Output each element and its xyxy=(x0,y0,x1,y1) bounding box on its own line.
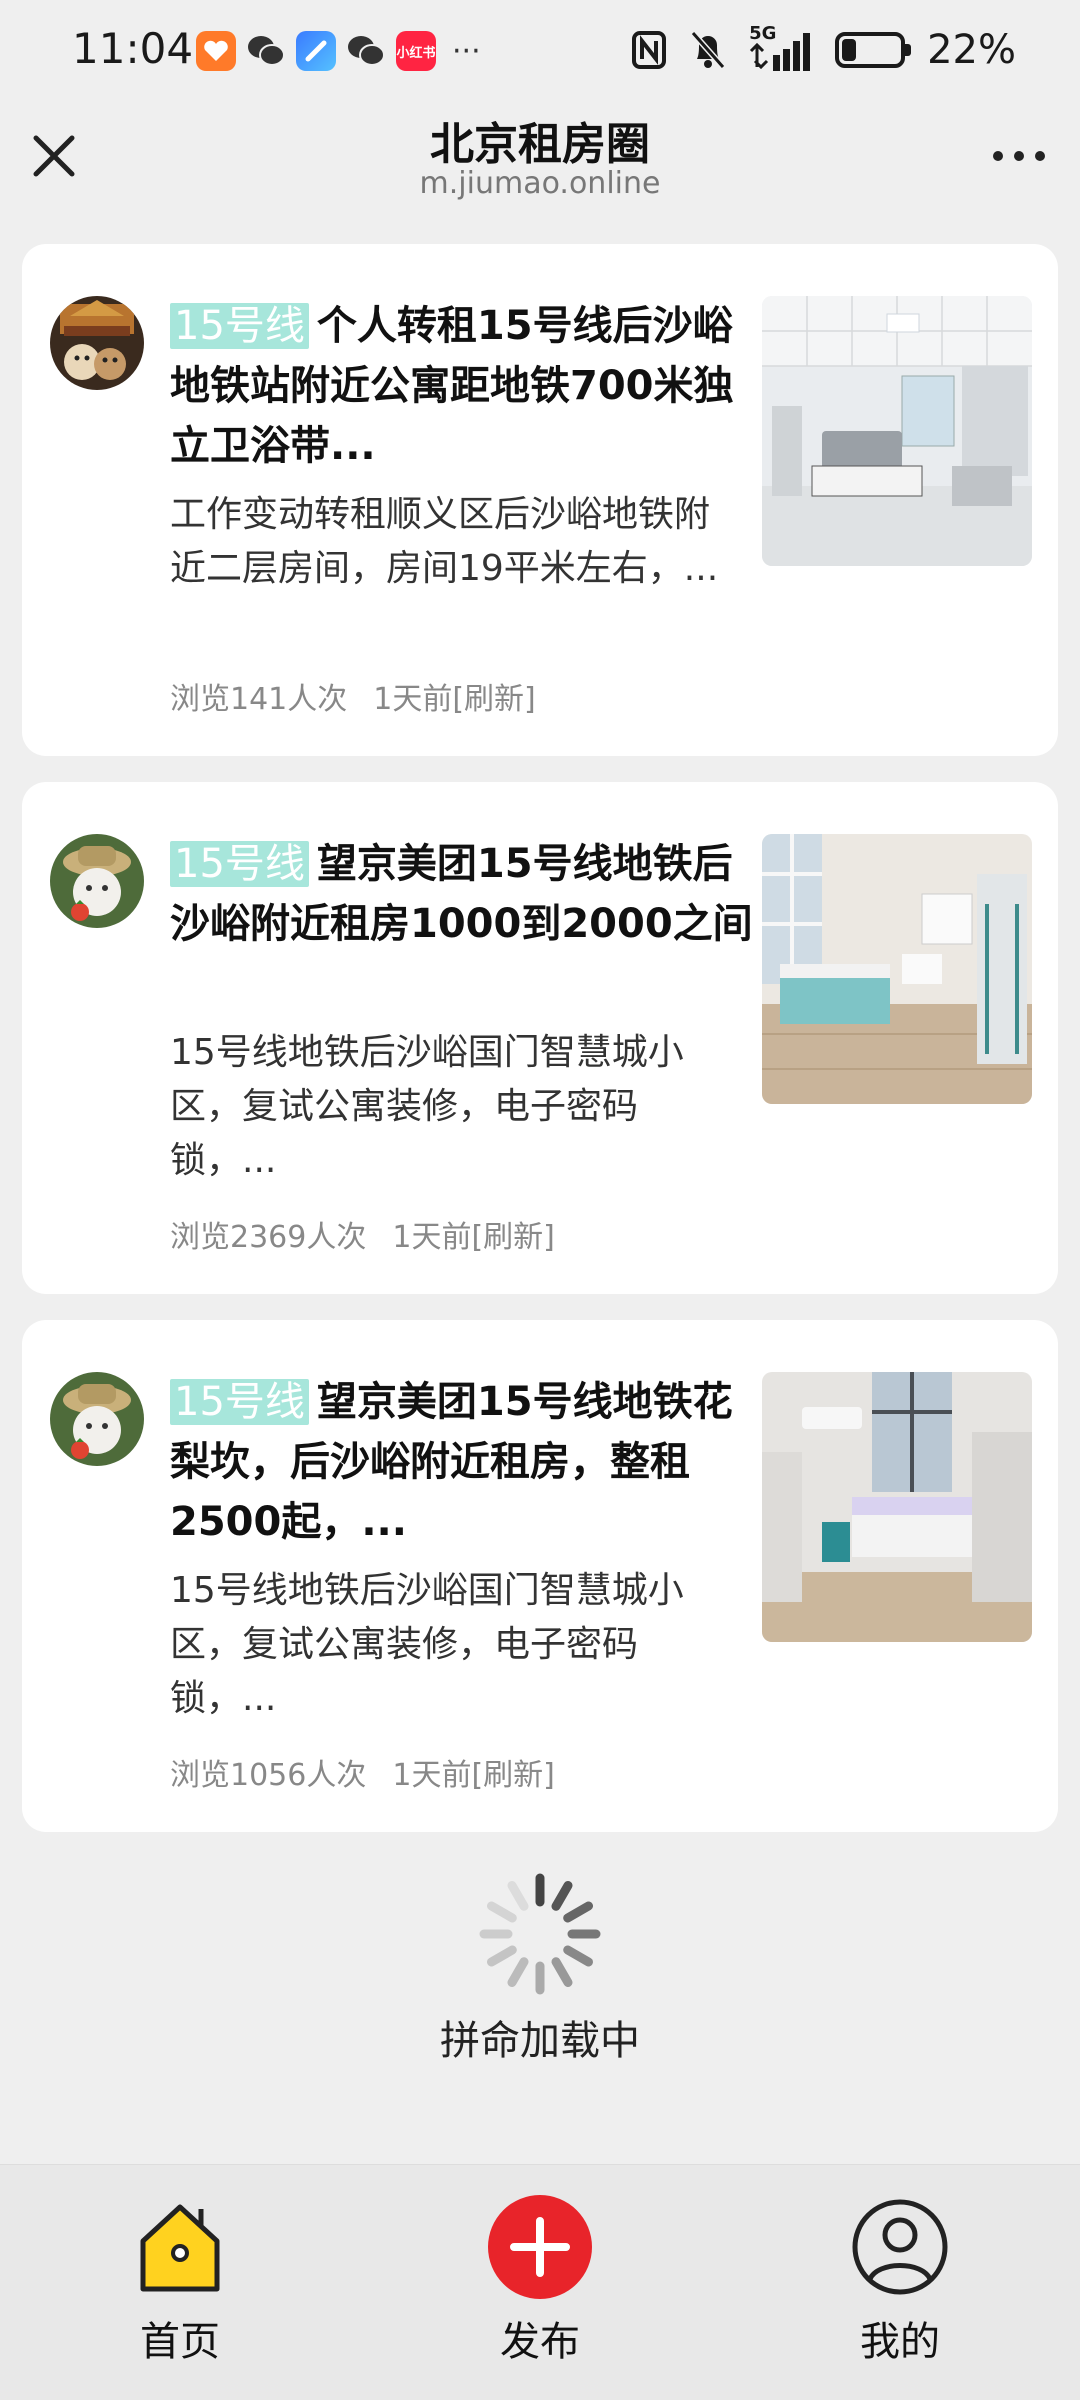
listing-meta: 浏览1056人次 1天前[刷新] xyxy=(170,1750,555,1794)
add-icon xyxy=(488,2195,592,2299)
mute-icon xyxy=(690,31,726,69)
listing-title[interactable]: 15号线 个人转租15号线后沙峪地铁站附近公寓距地铁700米独立卫浴带... xyxy=(170,296,754,476)
nav-mine[interactable]: 我的 xyxy=(800,2195,1000,2367)
battery-level xyxy=(842,39,856,61)
taobao-icon xyxy=(196,31,236,71)
post-time: 1天前[刷新] xyxy=(392,1758,555,1793)
listing-card[interactable]: 15号线 个人转租15号线后沙峪地铁站附近公寓距地铁700米独立卫浴带... 工作… xyxy=(22,244,1058,756)
spinner-icon xyxy=(479,1873,601,1995)
title-bar: 北京租房圈 m.jiumao.online xyxy=(0,100,1080,210)
more-icon xyxy=(993,151,1045,161)
status-time: 11:04 xyxy=(72,24,194,73)
view-count: 浏览141人次 xyxy=(170,682,348,717)
nav-home[interactable]: 首页 xyxy=(80,2195,280,2367)
listing-card[interactable]: 15号线 望京美团15号线地铁后沙峪附近租房1000到2000之间 15号线地铁后… xyxy=(22,782,1058,1294)
signal-icon: 5G xyxy=(749,23,813,73)
nfc-icon xyxy=(632,31,667,69)
listing-thumbnail[interactable] xyxy=(762,296,1032,566)
listing-meta: 浏览141人次 1天前[刷新] xyxy=(170,674,536,718)
listing-thumbnail[interactable] xyxy=(762,1372,1032,1642)
listing-description: 工作变动转租顺义区后沙峪地铁附近二层房间，房间19平米左右，... xyxy=(170,494,719,589)
listing-meta: 浏览2369人次 1天前[刷新] xyxy=(170,1212,555,1256)
battery-icon xyxy=(835,32,912,68)
listing-title[interactable]: 15号线 望京美团15号线地铁后沙峪附近租房1000到2000之间 xyxy=(170,834,754,954)
loading-text: 拼命加载中 xyxy=(440,2018,640,2064)
wechat-icon xyxy=(346,31,386,71)
page-url: m.jiumao.online xyxy=(419,166,661,201)
post-time: 1天前[刷新] xyxy=(392,1220,555,1255)
line-tag: 15号线 xyxy=(170,1379,309,1425)
home-icon xyxy=(140,2204,220,2292)
nav-publish-label: 发布 xyxy=(500,2319,580,2365)
page-title: 北京租房圈 xyxy=(430,119,650,170)
loading-indicator: 拼命加载中 xyxy=(0,1864,1080,2066)
more-notifications-icon: ··· xyxy=(452,33,481,69)
listing-title[interactable]: 15号线 望京美团15号线地铁花梨坎，后沙峪附近租房，整租2500起，... xyxy=(170,1372,754,1552)
wechat-icon xyxy=(246,31,286,71)
nav-mine-label: 我的 xyxy=(860,2319,940,2365)
avatar[interactable] xyxy=(50,296,144,390)
listing-card[interactable]: 15号线 望京美团15号线地铁花梨坎，后沙峪附近租房，整租2500起，... 15… xyxy=(22,1320,1058,1832)
listing-thumbnail[interactable] xyxy=(762,834,1032,1104)
more-options-button[interactable] xyxy=(984,128,1054,184)
view-count: 浏览1056人次 xyxy=(170,1758,367,1793)
listing-description: 15号线地铁后沙峪国门智慧城小区，复试公寓装修，电子密码锁，... xyxy=(170,1570,684,1719)
listing-list: 15号线 个人转租15号线后沙峪地铁站附近公寓距地铁700米独立卫浴带... 工作… xyxy=(22,244,1058,1858)
listing-description: 15号线地铁后沙峪国门智慧城小区，复试公寓装修，电子密码锁，... xyxy=(170,1032,684,1181)
battery-percent: 22% xyxy=(927,27,1016,73)
xiaohongshu-icon: 小红书 xyxy=(396,31,436,71)
avatar[interactable] xyxy=(50,834,144,928)
avatar[interactable] xyxy=(50,1372,144,1466)
nav-publish[interactable]: 发布 xyxy=(440,2195,640,2367)
user-icon xyxy=(852,2199,948,2295)
view-count: 浏览2369人次 xyxy=(170,1220,367,1255)
notification-icons: 小红书 ··· xyxy=(196,28,481,74)
bottom-nav: 首页 发布 我的 xyxy=(0,2164,1080,2400)
nav-home-label: 首页 xyxy=(140,2319,220,2365)
line-tag: 15号线 xyxy=(170,303,309,349)
status-bar: 11:04 小红书 ··· 5G 22% xyxy=(0,0,1080,100)
browser-icon xyxy=(296,31,336,71)
line-tag: 15号线 xyxy=(170,841,309,887)
post-time: 1天前[刷新] xyxy=(373,682,536,717)
